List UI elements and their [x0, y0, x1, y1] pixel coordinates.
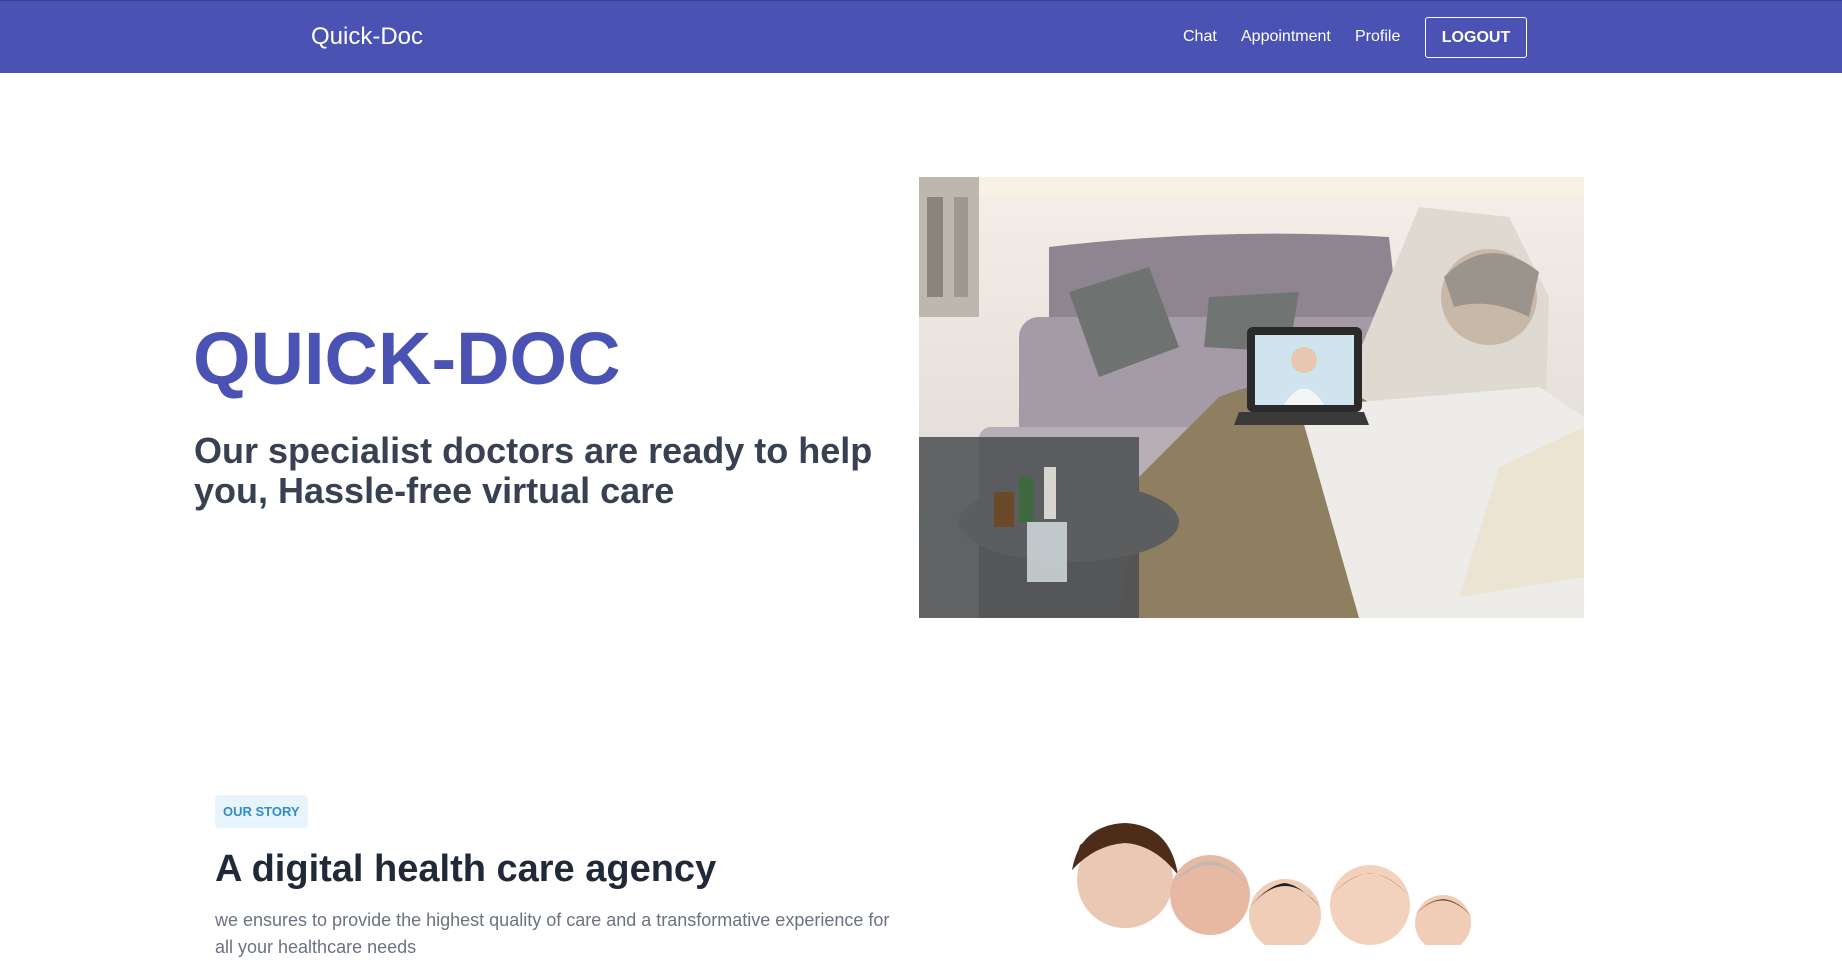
hero-telehealth-image: [919, 177, 1584, 618]
nav-link-chat[interactable]: Chat: [1183, 28, 1217, 46]
hero-title: QUICK-DOC: [193, 317, 621, 400]
story-description: we ensures to provide the highest qualit…: [215, 910, 890, 957]
team-illustration: [960, 785, 1580, 945]
logout-button[interactable]: LOGOUT: [1425, 17, 1527, 58]
top-navbar: Quick-Doc Chat Appointment Profile LOGOU…: [0, 0, 1842, 73]
brand-logo[interactable]: Quick-Doc: [311, 23, 423, 51]
story-title: A digital health care agency: [215, 848, 717, 890]
telehealth-illustration: [919, 177, 1584, 618]
story-badge: OUR STORY: [215, 795, 308, 828]
team-image: [960, 785, 1580, 945]
hero-subtitle: Our specialist doctors are ready to help…: [194, 430, 873, 511]
nav-link-profile[interactable]: Profile: [1355, 28, 1400, 46]
nav-link-appointment[interactable]: Appointment: [1241, 28, 1331, 46]
